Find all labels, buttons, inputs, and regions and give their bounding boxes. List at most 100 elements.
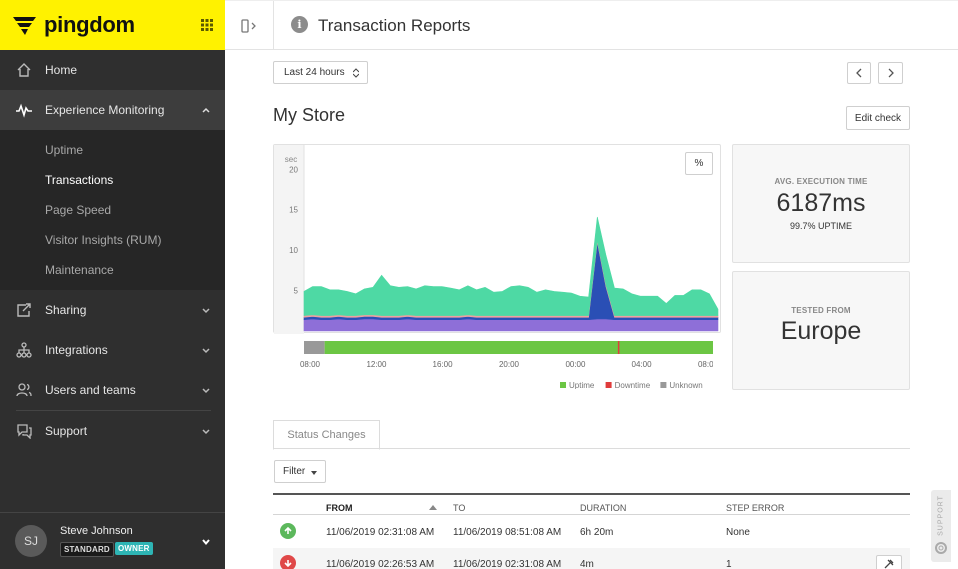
legend-label: Unknown	[669, 381, 702, 389]
y-tick-label: 10	[289, 246, 298, 255]
column-step-error[interactable]: STEP ERROR	[726, 503, 784, 513]
y-tick-label: 20	[289, 165, 298, 174]
status-down-icon	[280, 555, 296, 569]
x-tick-label: 12:00	[366, 360, 387, 369]
status-timeline: 08:00 12:00 16:00 20:00 00:00 04:00 08:00 Uptim…	[300, 341, 713, 389]
apps-grid-button[interactable]	[189, 0, 225, 50]
sidebar-item-home[interactable]: Home	[0, 50, 225, 90]
sidebar-subitem-page-speed[interactable]: Page Speed	[45, 203, 111, 217]
edit-check-button[interactable]: Edit check	[846, 106, 910, 130]
table-header: FROM TO DURATION STEP ERROR	[273, 493, 910, 515]
row-duration: 6h 20m	[580, 527, 614, 538]
filter-dropdown[interactable]: Filter	[274, 460, 326, 483]
sidebar-subitem-visitor-insights[interactable]: Visitor Insights (RUM)	[45, 233, 161, 247]
sidebar: pingdom Home Experience Monitoring Uptim…	[0, 0, 225, 569]
time-range-select[interactable]: Last 24 hours	[273, 61, 368, 84]
next-period-button[interactable]	[878, 62, 903, 84]
user-menu[interactable]: SJ Steve Johnson STANDARD OWNER	[0, 512, 225, 569]
status-downtime-marker	[617, 341, 620, 354]
sidebar-subitem-uptime[interactable]: Uptime	[45, 143, 83, 157]
chevron-down-icon	[202, 388, 210, 394]
filter-label: Filter	[283, 466, 306, 477]
row-step-error: None	[726, 527, 750, 538]
x-tick-label: 16:00	[433, 360, 454, 369]
row-to: 11/06/2019 08:51:08 AM	[453, 527, 562, 538]
status-unknown-segment	[304, 341, 325, 354]
plan-badge: STANDARD	[60, 542, 114, 557]
x-tick-label: 04:00	[632, 360, 653, 369]
pulse-icon	[16, 103, 32, 118]
percent-toggle-button[interactable]: %	[685, 152, 713, 175]
integrations-icon	[16, 342, 32, 358]
chart-container: sec 5 10 15 20	[273, 144, 721, 334]
support-tab-label: SUPPORT	[937, 495, 945, 536]
row-from: 11/06/2019 02:31:08 AM	[326, 527, 435, 538]
sidebar-subitem-maintenance[interactable]: Maintenance	[45, 263, 114, 277]
row-from: 11/06/2019 02:26:53 AM	[326, 559, 435, 569]
user-name: Steve Johnson	[60, 525, 133, 537]
sort-ascending-icon	[429, 505, 437, 510]
role-badge: OWNER	[115, 542, 153, 555]
chevron-up-icon	[202, 107, 210, 113]
sidebar-subitem-transactions[interactable]: Transactions	[45, 173, 113, 187]
sidebar-item-label: Experience Monitoring	[45, 103, 165, 117]
column-duration[interactable]: DURATION	[580, 503, 626, 513]
experience-monitoring-submenu: Uptime Transactions Page Speed Visitor I…	[0, 130, 225, 290]
table-row[interactable]: 11/06/2019 02:31:08 AM 11/06/2019 08:51:…	[273, 517, 910, 548]
area-series-3	[303, 216, 719, 316]
main-content: Last 24 hours My Store Edit check sec 5 10…	[225, 50, 958, 569]
column-to[interactable]: TO	[453, 503, 465, 513]
area-series-0	[303, 318, 719, 332]
column-from[interactable]: FROM	[326, 503, 353, 513]
share-icon	[17, 303, 31, 317]
chevron-down-icon	[202, 539, 210, 546]
logo-bar: pingdom	[0, 0, 225, 50]
row-to: 11/06/2019 02:31:08 AM	[453, 559, 562, 569]
caret-down-icon	[311, 471, 317, 475]
previous-period-button[interactable]	[847, 62, 871, 84]
avg-execution-card: AVG. EXECUTION TIME 6187ms 99.7% UPTIME	[732, 144, 910, 263]
check-name: My Store	[273, 105, 346, 125]
sidebar-item-label: Integrations	[45, 343, 108, 357]
tested-from-card: TESTED FROM Europe	[732, 271, 910, 390]
chevron-down-icon	[202, 348, 210, 354]
execution-time-chart: sec 5 10 15 20	[274, 145, 719, 334]
tab-status-changes[interactable]: Status Changes	[273, 420, 380, 450]
lifebuoy-icon	[935, 542, 947, 554]
legend-label: Downtime	[615, 381, 651, 389]
sidebar-item-experience-monitoring[interactable]: Experience Monitoring	[0, 90, 225, 130]
sidebar-item-support[interactable]: Support	[0, 411, 225, 451]
y-tick-label: 15	[289, 206, 298, 215]
chevron-down-icon	[202, 308, 210, 314]
legend-label: Uptime	[569, 381, 595, 389]
collapse-sidebar-button[interactable]	[225, 1, 274, 50]
grid-icon	[201, 19, 213, 31]
row-duration: 4m	[580, 559, 594, 569]
sidebar-item-integrations[interactable]: Integrations	[0, 330, 225, 370]
y-tick-label: 5	[294, 287, 299, 296]
home-icon	[17, 63, 31, 77]
chevron-right-icon	[888, 68, 894, 78]
table-row[interactable]: 11/06/2019 02:26:53 AM 11/06/2019 02:31:…	[273, 548, 910, 569]
legend-swatch	[660, 382, 667, 388]
tools-icon	[884, 559, 894, 569]
sidebar-item-sharing[interactable]: Sharing	[0, 290, 225, 330]
tab-divider	[273, 448, 910, 449]
status-uptime-segment	[324, 341, 713, 354]
row-step-error: 1	[726, 559, 732, 569]
time-range-value: Last 24 hours	[284, 67, 345, 78]
support-widget-tab[interactable]: SUPPORT	[931, 490, 951, 562]
status-up-icon	[280, 523, 296, 539]
brand-name: pingdom	[44, 12, 135, 37]
y-axis-unit-label: sec	[285, 155, 297, 164]
uptime-value: 99.7% UPTIME	[789, 221, 853, 231]
avg-execution-label: AVG. EXECUTION TIME	[774, 177, 868, 186]
sort-updown-icon	[353, 68, 359, 78]
info-icon[interactable]: i	[291, 16, 308, 33]
sidebar-item-users-and-teams[interactable]: Users and teams	[0, 370, 225, 410]
legend-swatch	[605, 382, 612, 388]
sidebar-item-label: Users and teams	[45, 383, 136, 397]
chevron-left-icon	[856, 68, 862, 78]
sidebar-item-label: Support	[45, 424, 88, 438]
row-details-button[interactable]	[876, 555, 902, 569]
